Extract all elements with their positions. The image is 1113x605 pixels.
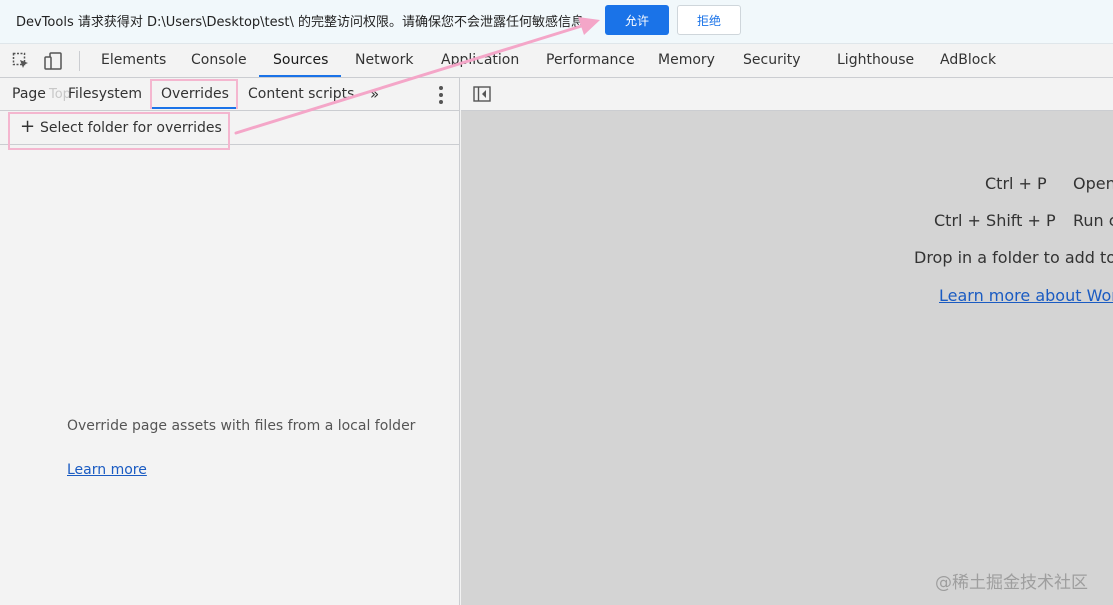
select-folder-button[interactable]: Select folder for overrides <box>40 120 222 136</box>
editor-panel: Ctrl + P Open Ctrl + Shift + P Run c Dro… <box>461 78 1113 605</box>
more-tabs-icon[interactable]: » <box>370 85 379 103</box>
tab-memory[interactable]: Memory <box>658 52 715 68</box>
shortcut-keys-run: Ctrl + Shift + P <box>934 211 1056 230</box>
navigator-tab-bar: Top Page Filesystem Overrides Content sc… <box>0 78 460 111</box>
tab-console[interactable]: Console <box>191 52 247 68</box>
tab-adblock[interactable]: AdBlock <box>940 52 996 68</box>
more-options-icon[interactable] <box>439 86 443 104</box>
plus-icon: + <box>20 116 36 137</box>
learn-more-link[interactable]: Learn more <box>67 462 147 478</box>
shortcut-keys-open: Ctrl + P <box>985 174 1047 193</box>
tab-performance[interactable]: Performance <box>546 52 635 68</box>
permission-infobar: DevTools 请求获得对 D:\Users\Desktop\test\ 的完… <box>0 0 1113 44</box>
tab-network[interactable]: Network <box>355 52 413 68</box>
tab-sources[interactable]: Sources <box>273 52 328 68</box>
permission-message: DevTools 请求获得对 D:\Users\Desktop\test\ 的完… <box>16 15 598 30</box>
tab-page[interactable]: Page <box>12 86 46 102</box>
shortcut-desc-run: Run c <box>1073 211 1113 230</box>
tab-lighthouse[interactable]: Lighthouse <box>837 52 914 68</box>
active-tab-indicator <box>259 75 341 77</box>
tab-security[interactable]: Security <box>743 52 801 68</box>
device-toolbar-icon[interactable] <box>44 52 62 70</box>
tab-filesystem[interactable]: Filesystem <box>68 86 142 102</box>
watermark: @稀土掘金技术社区 <box>935 573 1088 593</box>
tab-application[interactable]: Application <box>441 52 519 68</box>
editor-toolbar <box>461 78 1113 111</box>
empty-state-message: Override page assets with files from a l… <box>67 418 416 434</box>
toggle-navigator-icon[interactable] <box>473 86 491 102</box>
main-tab-bar: Elements Console Sources Network Applica… <box>0 44 1113 78</box>
drop-folder-text: Drop in a folder to add to <box>914 248 1113 267</box>
toolbar-divider <box>79 51 80 71</box>
tab-overrides[interactable]: Overrides <box>161 86 229 102</box>
learn-more-workspaces-link[interactable]: Learn more about Wor <box>939 286 1113 305</box>
inspect-element-icon[interactable] <box>12 52 30 70</box>
tab-content-scripts[interactable]: Content scripts <box>248 86 354 102</box>
tab-elements[interactable]: Elements <box>101 52 166 68</box>
shortcut-desc-open: Open <box>1073 174 1113 193</box>
select-folder-row: + Select folder for overrides <box>0 111 460 150</box>
deny-button[interactable]: 拒绝 <box>677 5 741 35</box>
active-subtab-indicator <box>152 107 236 109</box>
navigator-panel: Top Page Filesystem Overrides Content sc… <box>0 78 460 605</box>
allow-button[interactable]: 允许 <box>605 5 669 35</box>
